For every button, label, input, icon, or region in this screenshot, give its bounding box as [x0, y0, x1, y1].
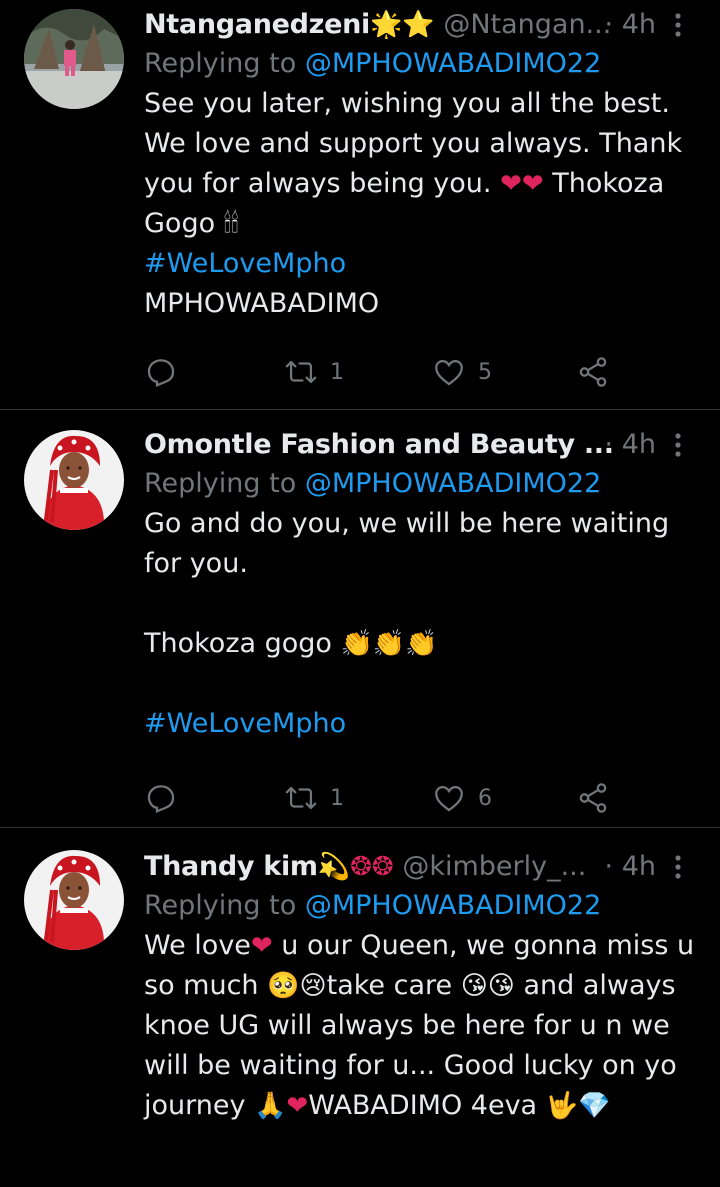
timestamp[interactable]: · 4h	[605, 426, 656, 464]
replying-to: Replying to @MPHOWABADIMO22	[144, 886, 696, 926]
display-name[interactable]: Thandy kim	[144, 851, 318, 882]
timestamp[interactable]: · 4h	[605, 848, 656, 886]
reply-mention-link[interactable]: @MPHOWABADIMO22	[305, 890, 601, 921]
more-options-icon[interactable]	[668, 10, 688, 40]
tweet-emoji: ❤❤	[500, 169, 544, 199]
avatar[interactable]	[24, 9, 124, 109]
more-options-icon[interactable]	[668, 852, 688, 882]
user-handle[interactable]: @Ntangan...	[443, 9, 611, 40]
display-name[interactable]: Ntanganedzeni	[144, 9, 370, 40]
reply-button[interactable]	[144, 778, 178, 818]
tweet-text-part: take care	[326, 970, 461, 1001]
tweet-header: Ntanganedzeni🌟⭐ @Ntangan... · 4h	[144, 6, 696, 44]
tweet-emoji: 🙏❤	[254, 1091, 309, 1121]
reply-mention-link[interactable]: @MPHOWABADIMO22	[305, 468, 601, 499]
tweet-emoji: ❤	[250, 931, 273, 961]
name-emoji: 💫❂❂	[317, 852, 394, 882]
tweet-header: Thandy kim💫❂❂ @kimberly_... · 4h	[144, 848, 696, 886]
tweet-actions: 1 5	[144, 352, 696, 392]
replying-to-label: Replying to	[144, 48, 305, 79]
tweet-item[interactable]: Ntanganedzeni🌟⭐ @Ntangan... · 4h Replyin…	[0, 0, 720, 410]
tweet-emoji: 💎	[578, 1091, 611, 1121]
timestamp[interactable]: · 4h	[605, 6, 656, 44]
tweet-emoji: 🤟	[545, 1091, 579, 1121]
retweet-button[interactable]: 1	[284, 778, 344, 818]
tweet-text: We love❤ u our Queen, we gonna miss u so…	[144, 926, 696, 1126]
hashtag-link[interactable]: #WeLoveMpho	[144, 244, 696, 284]
tweet-emoji: 😘😘	[460, 971, 515, 1001]
hashtag-link[interactable]: #WeLoveMpho	[144, 704, 696, 744]
reply-icon	[147, 785, 175, 814]
name-emoji: 🌟⭐	[369, 10, 435, 40]
tweet-text-part: WABADIMO 4eva	[308, 1090, 546, 1121]
replying-to-label: Replying to	[144, 890, 305, 921]
heart-icon	[435, 359, 463, 386]
tweet-text-part: We love	[144, 930, 251, 961]
tweet-text: Go and do you, we will be here waiting f…	[144, 508, 670, 579]
retweet-count: 1	[330, 359, 344, 385]
replying-to: Replying to @MPHOWABADIMO22	[144, 464, 696, 504]
tweet-text: See you later, wishing you all the best.…	[144, 84, 696, 244]
avatar-photo	[24, 9, 124, 109]
tweet-header: Omontle Fashion and Beauty ... · 4h	[144, 426, 696, 464]
tweet-item[interactable]: Thandy kim💫❂❂ @kimberly_... · 4h Replyin…	[0, 828, 720, 1187]
avatar[interactable]	[24, 850, 124, 950]
tweet-text-part: MPHOWABADIMO	[144, 288, 380, 319]
retweet-count: 1	[330, 785, 344, 811]
like-count: 5	[478, 359, 492, 385]
tweet-text-part: Thokoza gogo	[144, 628, 341, 659]
share-icon	[579, 783, 607, 813]
tweet-emoji: 👏👏👏	[340, 629, 438, 659]
replying-to: Replying to @MPHOWABADIMO22	[144, 44, 696, 84]
retweet-button[interactable]: 1	[284, 352, 344, 392]
share-icon	[579, 357, 607, 387]
like-button[interactable]: 6	[432, 778, 492, 818]
avatar-photo	[24, 850, 124, 950]
retweet-icon	[285, 360, 317, 384]
display-name[interactable]: Omontle Fashion and Beauty ...	[144, 429, 614, 460]
share-button[interactable]	[576, 352, 610, 392]
like-count: 6	[478, 785, 492, 811]
retweet-icon	[285, 786, 317, 810]
tweet-emoji: 🥺😢	[267, 971, 327, 1001]
reply-mention-link[interactable]: @MPHOWABADIMO22	[305, 48, 601, 79]
reply-button[interactable]	[144, 352, 178, 392]
reply-icon	[147, 359, 175, 388]
more-options-icon[interactable]	[668, 430, 688, 460]
share-button[interactable]	[576, 778, 610, 818]
tweet-text: Thokoza gogo 👏👏👏	[144, 624, 696, 664]
tweet-actions: 1 6	[144, 778, 696, 818]
avatar-photo	[24, 430, 124, 530]
like-button[interactable]: 5	[432, 352, 492, 392]
user-handle[interactable]: @kimberly_...	[402, 851, 586, 882]
tweet-emoji: 🕯🕯	[223, 209, 239, 239]
tweet-item[interactable]: Omontle Fashion and Beauty ... · 4h Repl…	[0, 410, 720, 828]
replying-to-label: Replying to	[144, 468, 305, 499]
heart-icon	[435, 785, 463, 812]
avatar[interactable]	[24, 430, 124, 530]
